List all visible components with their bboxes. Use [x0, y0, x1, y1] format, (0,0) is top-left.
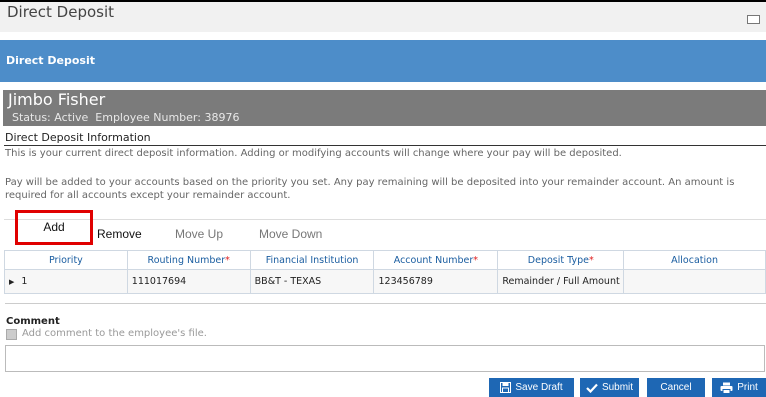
panel-title: Direct Deposit: [6, 54, 95, 67]
maximize-icon[interactable]: [747, 15, 760, 24]
routing-number-cell: 111017694: [126, 269, 251, 294]
print-button[interactable]: Print: [712, 378, 766, 397]
account-number-cell: 123456789: [373, 269, 499, 294]
column-header-financial-institution[interactable]: Financial Institution: [249, 250, 375, 270]
comment-input[interactable]: [5, 345, 765, 372]
add-button[interactable]: Add: [15, 210, 93, 245]
print-label: Print: [737, 382, 758, 393]
table-row[interactable]: ▶ 1 111017694 BB&T - TEXAS 123456789 Rema…: [4, 269, 766, 294]
save-icon: [500, 382, 512, 393]
window-titlebar: Direct Deposit: [0, 2, 766, 32]
column-header-priority[interactable]: Priority: [4, 250, 128, 270]
priority-cell: ▶ 1: [4, 269, 128, 294]
submit-label: Submit: [601, 382, 634, 393]
table-header-row: Priority Routing Number* Financial Insti…: [4, 250, 766, 270]
panel-header: Direct Deposit: [0, 40, 766, 82]
expand-row-icon[interactable]: ▶: [9, 278, 14, 286]
section-title: Direct Deposit Information: [5, 131, 151, 144]
employee-header: Jimbo Fisher Status: Active Employee Numb…: [3, 90, 766, 126]
submit-button[interactable]: Submit: [580, 378, 639, 397]
section-divider: [4, 145, 766, 146]
required-mark: *: [473, 254, 479, 266]
column-header-deposit-type[interactable]: Deposit Type*: [497, 250, 625, 270]
deposit-accounts-table: Priority Routing Number* Financial Insti…: [4, 250, 766, 304]
add-comment-checkbox[interactable]: [6, 329, 17, 340]
employee-status: Status: Active: [12, 111, 89, 124]
add-comment-checkbox-label: Add comment to the employee's file.: [22, 328, 207, 339]
remove-button[interactable]: Remove: [97, 227, 142, 241]
required-mark: *: [588, 254, 594, 266]
table-spacer-row: [4, 293, 766, 304]
printer-icon: [720, 382, 733, 394]
save-draft-button[interactable]: Save Draft: [489, 378, 574, 397]
column-header-allocation[interactable]: Allocation: [623, 250, 766, 270]
column-header-account-number[interactable]: Account Number*: [373, 250, 499, 270]
cancel-button[interactable]: Cancel: [647, 378, 705, 397]
column-header-routing-number[interactable]: Routing Number*: [126, 250, 251, 270]
move-up-button[interactable]: Move Up: [175, 227, 223, 241]
deposit-type-cell: Remainder / Full Amount: [497, 269, 625, 294]
employee-status-line: Status: Active Employee Number: 38976: [12, 111, 246, 124]
check-icon: [586, 383, 598, 393]
comment-label: Comment: [6, 316, 60, 327]
table-spacer-cell: [4, 293, 766, 304]
window-title: Direct Deposit: [7, 3, 115, 21]
save-draft-label: Save Draft: [515, 382, 563, 393]
move-down-button[interactable]: Move Down: [259, 227, 322, 241]
employee-name: Jimbo Fisher: [8, 90, 106, 109]
employee-number: Employee Number: 38976: [95, 111, 240, 124]
financial-institution-cell: BB&T - TEXAS: [249, 269, 375, 294]
cancel-label: Cancel: [660, 382, 692, 393]
section-note: Pay will be added to your accounts based…: [5, 177, 735, 201]
section-description: This is your current direct deposit info…: [5, 148, 622, 159]
required-mark: *: [225, 254, 230, 266]
toolbar-divider: [4, 219, 766, 220]
allocation-cell: [623, 269, 766, 294]
